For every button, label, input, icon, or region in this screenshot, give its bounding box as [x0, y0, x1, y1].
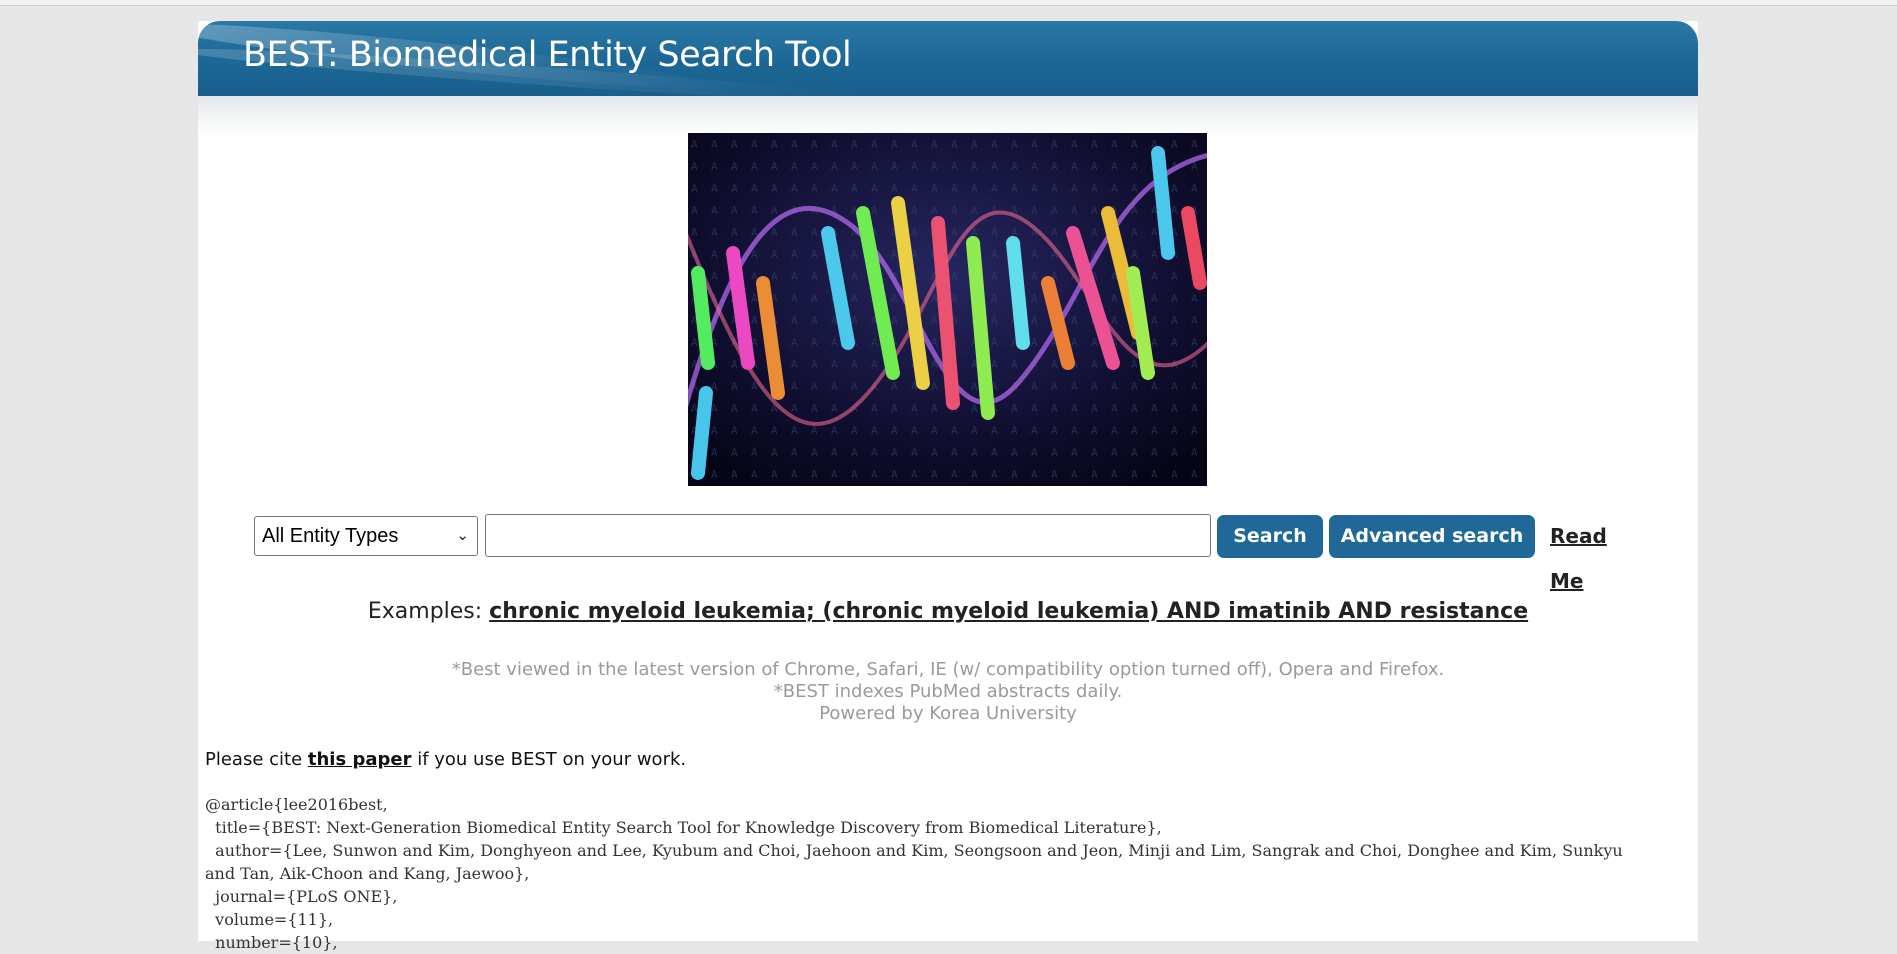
advanced-search-button[interactable]: Advanced search: [1329, 515, 1535, 558]
note-powered-by: Powered by Korea University: [819, 703, 1077, 724]
example-link-2[interactable]: (chronic myeloid leukemia) AND imatinib …: [822, 599, 1528, 624]
paper-link[interactable]: this paper: [308, 749, 412, 770]
dna-helix-image: A: [688, 133, 1207, 486]
search-input[interactable]: [485, 514, 1211, 557]
site-title[interactable]: BEST: Biomedical Entity Search Tool: [243, 35, 852, 75]
browser-notes: *Best viewed in the latest version of Ch…: [198, 659, 1698, 725]
examples-label: Examples:: [367, 599, 490, 624]
read-me-link[interactable]: Read Me: [1550, 514, 1607, 604]
bibtex-line: journal={PLoS ONE},: [205, 887, 398, 906]
entity-type-select-value: All Entity Types: [262, 525, 399, 547]
chevron-down-icon: ⌄: [456, 527, 469, 544]
note-browser-support: *Best viewed in the latest version of Ch…: [451, 659, 1445, 680]
example-link-1[interactable]: chronic myeloid leukemia: [489, 599, 806, 624]
examples-line: Examples: chronic myeloid leukemia; (chr…: [198, 599, 1698, 624]
bibtex-line: number={10},: [205, 933, 338, 952]
note-indexing: *BEST indexes PubMed abstracts daily.: [773, 681, 1123, 702]
header-shadow: [198, 96, 1698, 136]
dna-helix-graphic: A: [688, 133, 1207, 486]
search-button[interactable]: Search: [1217, 515, 1323, 558]
bibtex-line: author={Lee, Sunwon and Kim, Donghyeon a…: [205, 841, 1628, 883]
site-header: BEST: Biomedical Entity Search Tool: [198, 21, 1698, 96]
bibtex-line: title={BEST: Next-Generation Biomedical …: [205, 818, 1162, 837]
citation-line: Please cite this paper if you use BEST o…: [205, 749, 686, 770]
bibtex-line: @article{lee2016best,: [205, 795, 388, 814]
entity-type-select[interactable]: All Entity Types ⌄: [254, 516, 478, 556]
browser-top-edge: [0, 0, 1897, 6]
bibtex-entry: @article{lee2016best, title={BEST: Next-…: [205, 793, 1655, 954]
example-separator: ;: [805, 599, 823, 624]
citation-suffix: if you use BEST on your work.: [411, 749, 687, 770]
page-container: BEST: Biomedical Entity Search Tool All …: [198, 21, 1698, 952]
bibtex-line: volume={11},: [205, 910, 334, 929]
citation-prefix: Please cite: [205, 749, 308, 770]
